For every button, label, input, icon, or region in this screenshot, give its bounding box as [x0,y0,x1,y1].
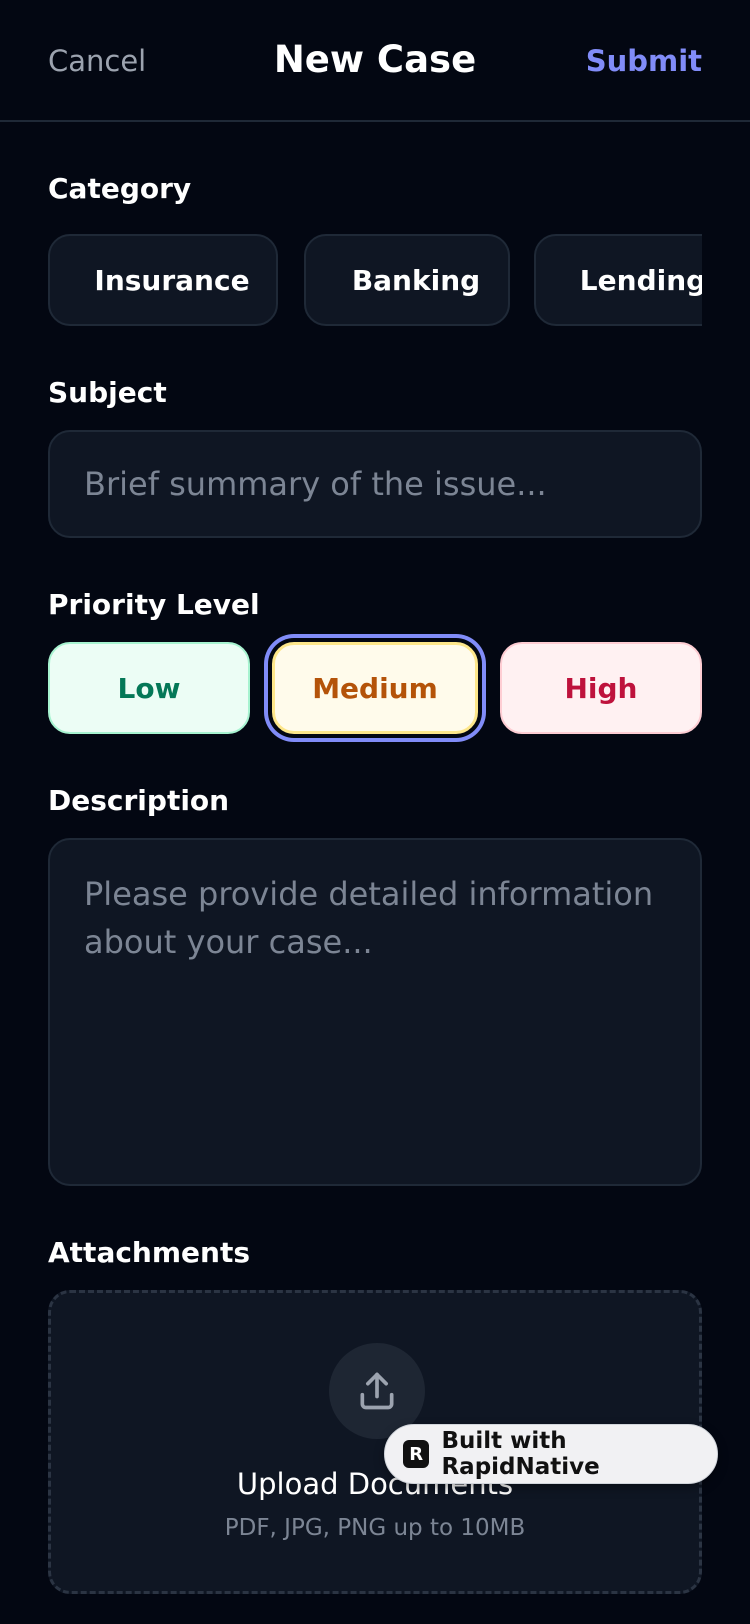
subject-placeholder: Brief summary of the issue... [84,465,547,503]
description-placeholder: Please provide detailed information abou… [84,875,654,961]
attachments-label: Attachments [48,1236,251,1269]
priority-medium-button[interactable]: Medium [272,642,478,734]
description-label: Description [48,784,230,817]
badge-text: Built with RapidNative [441,1428,600,1480]
priority-label: Priority Level [48,588,260,621]
submit-button[interactable]: Submit [586,44,702,78]
priority-low-button[interactable]: Low [48,642,250,734]
category-chip-insurance[interactable]: Insurance [48,234,278,326]
priority-high-button[interactable]: High [500,642,702,734]
upload-hint: PDF, JPG, PNG up to 10MB [224,1515,526,1541]
subject-input[interactable]: Brief summary of the issue... [48,430,702,538]
description-textarea[interactable]: Please provide detailed information abou… [48,838,702,1186]
priority-high-label: High [564,671,638,705]
category-chip-label: Insurance [94,263,250,297]
priority-low-label: Low [117,671,181,705]
built-with-badge[interactable]: R Built with RapidNative [384,1424,718,1484]
priority-medium-label: Medium [312,671,438,705]
category-chip-row[interactable]: Insurance Banking Lending [48,234,702,326]
category-label: Category [48,172,192,205]
category-chip-label: Banking [351,263,481,297]
category-chip-lending[interactable]: Lending [534,234,702,326]
subject-label: Subject [48,376,167,409]
category-chip-banking[interactable]: Banking [304,234,510,326]
new-case-screen: Cancel New Case Submit Category Insuranc… [0,0,750,1624]
header-bar: Cancel New Case Submit [0,0,750,122]
upload-icon [360,1372,394,1410]
category-chip-label: Lending [579,263,702,297]
rapidnative-logo-icon: R [403,1440,430,1468]
